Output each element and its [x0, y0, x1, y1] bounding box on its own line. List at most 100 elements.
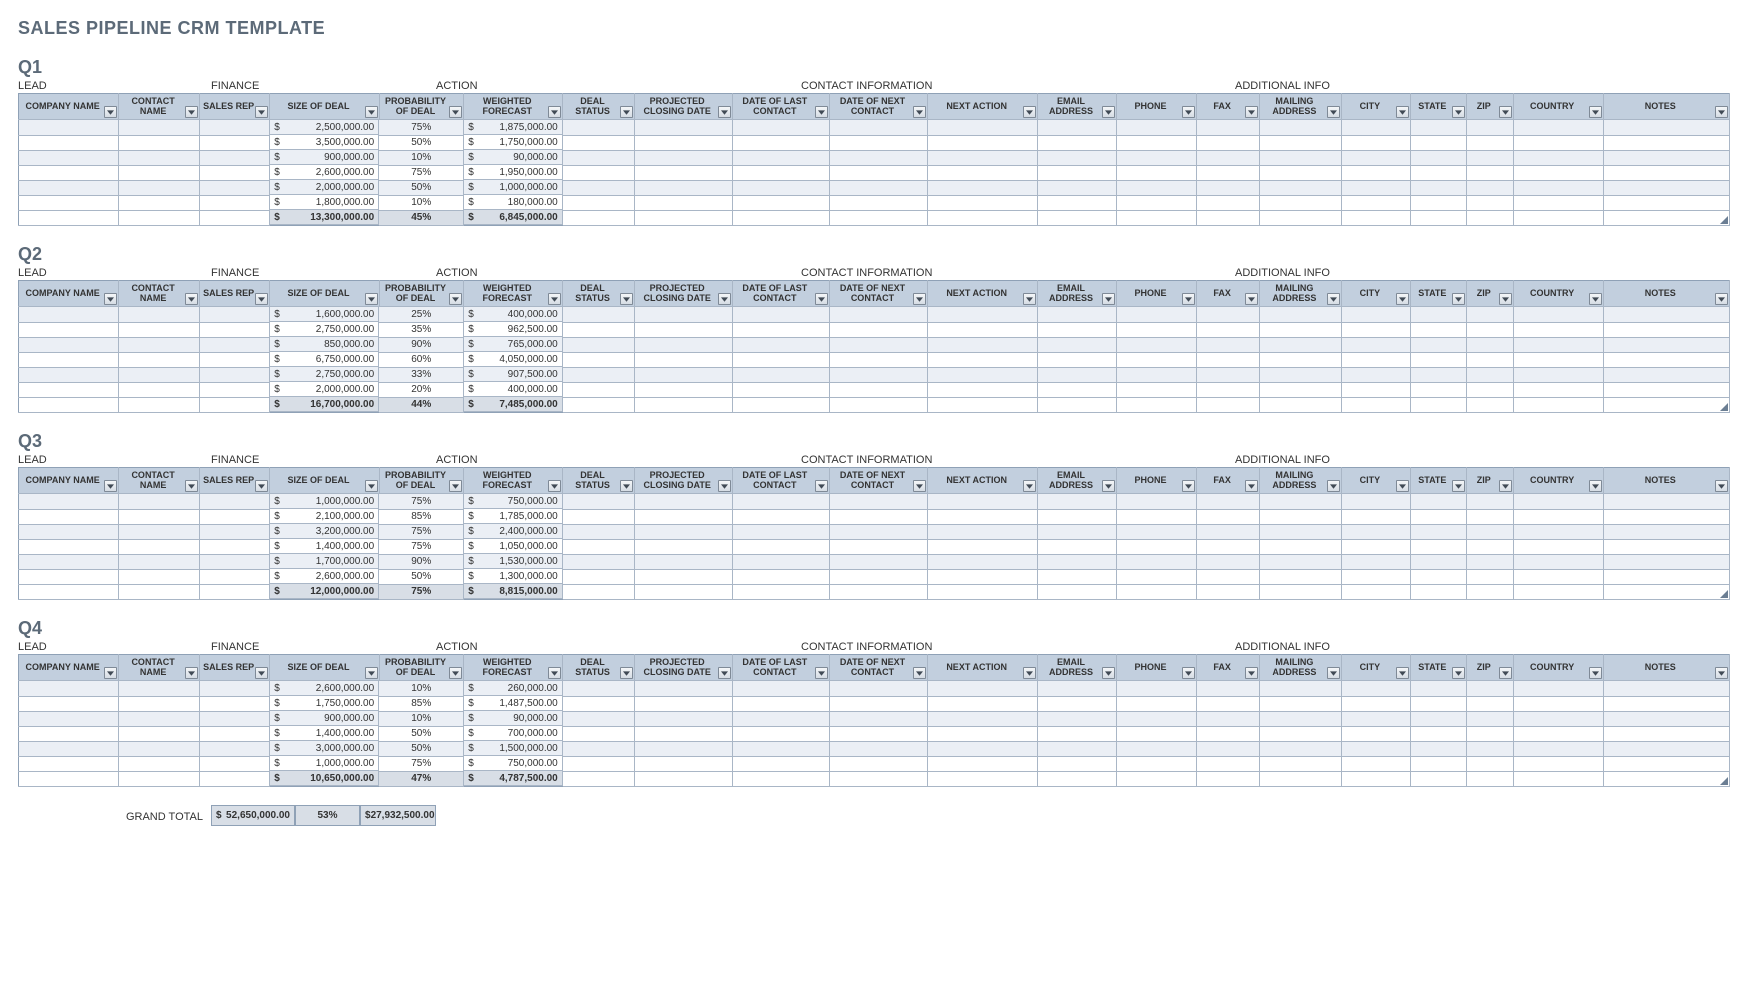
cell-wf[interactable]: $400,000.00: [464, 382, 562, 397]
resize-handle-icon[interactable]: [1720, 216, 1728, 224]
filter-button-status[interactable]: [620, 293, 633, 305]
cell-city[interactable]: [1341, 569, 1410, 584]
cell-status[interactable]: [563, 711, 635, 726]
cell-na[interactable]: [927, 756, 1038, 771]
cell-city[interactable]: [1341, 494, 1410, 510]
filter-button-status[interactable]: [620, 667, 633, 679]
cell-notes[interactable]: [1603, 337, 1729, 352]
cell-zip[interactable]: [1466, 494, 1513, 510]
cell-na[interactable]: [927, 180, 1038, 195]
cell-company[interactable]: [19, 150, 119, 165]
cell-dlc[interactable]: [732, 165, 830, 180]
cell-zip[interactable]: [1466, 307, 1513, 323]
cell-prob[interactable]: 10%: [379, 711, 464, 726]
filter-button-country[interactable]: [1589, 293, 1602, 305]
cell-phone[interactable]: [1116, 322, 1197, 337]
cell-wf[interactable]: $750,000.00: [464, 756, 562, 771]
cell-na[interactable]: [927, 120, 1038, 136]
filter-button-contact[interactable]: [185, 106, 198, 118]
filter-button-na[interactable]: [1023, 293, 1036, 305]
cell-fax[interactable]: [1197, 726, 1260, 741]
cell-size[interactable]: $2,750,000.00: [270, 367, 379, 382]
filter-button-email[interactable]: [1102, 106, 1115, 118]
cell-fax[interactable]: [1197, 509, 1260, 524]
cell-state[interactable]: [1410, 681, 1466, 697]
cell-zip[interactable]: [1466, 524, 1513, 539]
cell-wf[interactable]: $700,000.00: [464, 726, 562, 741]
cell-pcd[interactable]: [634, 494, 732, 510]
cell-dlc[interactable]: [732, 382, 830, 397]
cell-size[interactable]: $2,500,000.00: [270, 120, 379, 135]
cell-na[interactable]: [927, 554, 1038, 569]
cell-notes[interactable]: [1603, 307, 1729, 323]
cell-prob[interactable]: 10%: [379, 195, 464, 210]
cell-country[interactable]: [1513, 569, 1603, 584]
cell-pcd[interactable]: [634, 539, 732, 554]
cell-size[interactable]: $1,600,000.00: [270, 307, 379, 322]
cell-pcd[interactable]: [634, 135, 732, 150]
column-header-status[interactable]: DEAL STATUS: [563, 655, 635, 681]
cell-dlc[interactable]: [732, 726, 830, 741]
cell-phone[interactable]: [1116, 367, 1197, 382]
cell-company[interactable]: [19, 569, 119, 584]
cell-country[interactable]: [1513, 150, 1603, 165]
cell-wf[interactable]: $180,000.00: [464, 195, 562, 210]
table-row[interactable]: $2,500,000.0075%$1,875,000.00: [19, 120, 1730, 136]
cell-dlc[interactable]: [732, 337, 830, 352]
cell-rep[interactable]: [199, 524, 269, 539]
cell-notes[interactable]: [1603, 352, 1729, 367]
cell-status[interactable]: [563, 135, 635, 150]
cell-pcd[interactable]: [634, 337, 732, 352]
column-header-company[interactable]: COMPANY NAME: [19, 468, 119, 494]
cell-country[interactable]: [1513, 726, 1603, 741]
cell-company[interactable]: [19, 726, 119, 741]
cell-prob[interactable]: 90%: [379, 554, 464, 569]
cell-prob[interactable]: 75%: [379, 756, 464, 771]
cell-fax[interactable]: [1197, 367, 1260, 382]
column-header-company[interactable]: COMPANY NAME: [19, 94, 119, 120]
cell-rep[interactable]: [199, 726, 269, 741]
column-header-pcd[interactable]: PROJECTED CLOSING DATE: [634, 655, 732, 681]
column-header-city[interactable]: CITY: [1341, 655, 1410, 681]
cell-wf[interactable]: $4,050,000.00: [464, 352, 562, 367]
cell-contact[interactable]: [119, 180, 200, 195]
filter-button-company[interactable]: [104, 293, 117, 305]
cell-na[interactable]: [927, 569, 1038, 584]
cell-dlc[interactable]: [732, 681, 830, 697]
table-row[interactable]: $3,200,000.0075%$2,400,000.00: [19, 524, 1730, 539]
cell-dlc[interactable]: [732, 756, 830, 771]
cell-status[interactable]: [563, 180, 635, 195]
cell-size[interactable]: $900,000.00: [270, 150, 379, 165]
cell-notes[interactable]: [1603, 554, 1729, 569]
filter-button-mail[interactable]: [1327, 480, 1340, 492]
cell-prob[interactable]: 50%: [379, 180, 464, 195]
cell-dnc[interactable]: [830, 554, 928, 569]
column-header-phone[interactable]: PHONE: [1116, 281, 1197, 307]
cell-email[interactable]: [1038, 696, 1116, 711]
cell-prob[interactable]: 35%: [379, 322, 464, 337]
cell-dlc[interactable]: [732, 741, 830, 756]
column-header-dnc[interactable]: DATE OF NEXT CONTACT: [830, 655, 928, 681]
column-header-rep[interactable]: SALES REP: [199, 468, 269, 494]
cell-pcd[interactable]: [634, 382, 732, 397]
cell-rep[interactable]: [199, 322, 269, 337]
cell-city[interactable]: [1341, 509, 1410, 524]
column-header-na[interactable]: NEXT ACTION: [927, 281, 1038, 307]
cell-fax[interactable]: [1197, 524, 1260, 539]
cell-wf[interactable]: $1,050,000.00: [464, 539, 562, 554]
column-header-dnc[interactable]: DATE OF NEXT CONTACT: [830, 94, 928, 120]
cell-city[interactable]: [1341, 726, 1410, 741]
filter-button-city[interactable]: [1396, 480, 1409, 492]
filter-button-country[interactable]: [1589, 106, 1602, 118]
cell-zip[interactable]: [1466, 756, 1513, 771]
cell-na[interactable]: [927, 681, 1038, 697]
column-header-notes[interactable]: NOTES: [1603, 281, 1729, 307]
filter-button-rep[interactable]: [255, 293, 268, 305]
column-header-contact[interactable]: CONTACT NAME: [119, 468, 200, 494]
cell-prob[interactable]: 75%: [379, 120, 464, 136]
cell-email[interactable]: [1038, 150, 1116, 165]
cell-na[interactable]: [927, 524, 1038, 539]
filter-button-dnc[interactable]: [913, 667, 926, 679]
column-header-contact[interactable]: CONTACT NAME: [119, 94, 200, 120]
cell-state[interactable]: [1410, 195, 1466, 210]
